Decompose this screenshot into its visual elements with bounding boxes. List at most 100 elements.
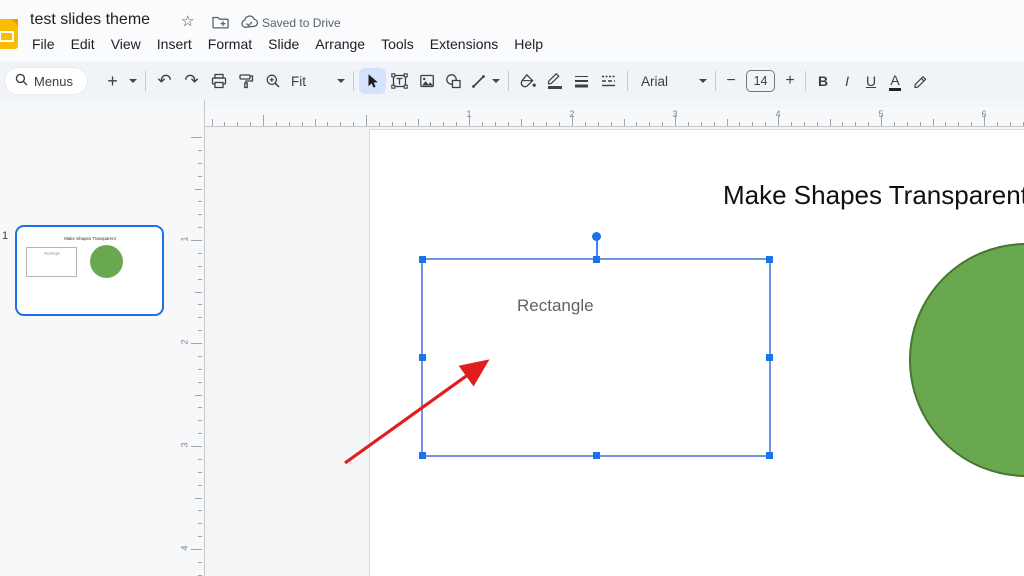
cloud-saved-icon[interactable] [240, 15, 259, 34]
menu-tools[interactable]: Tools [381, 36, 414, 52]
ruler-tick [932, 119, 934, 126]
star-icon[interactable]: ☆ [181, 13, 194, 31]
ruler-tick [195, 188, 202, 190]
text-box-tool-button[interactable] [386, 68, 413, 94]
select-tool-button[interactable] [359, 68, 387, 94]
resize-handle-bottom-left[interactable] [419, 452, 426, 459]
menu-format[interactable]: Format [208, 36, 252, 52]
resize-handle-middle-right[interactable] [766, 354, 773, 361]
resize-handle-middle-left[interactable] [419, 354, 426, 361]
ruler-tick [919, 122, 921, 126]
rectangle-shape[interactable]: Rectangle [419, 232, 773, 459]
new-slide-dropdown-icon[interactable] [129, 79, 138, 83]
ruler-tick [996, 122, 998, 126]
border-dash-button[interactable] [595, 68, 622, 94]
ruler-tick [198, 561, 202, 563]
resize-handle-top-middle[interactable] [592, 256, 600, 263]
toolbar: Menus + ↶ ↷ Fit Arial − 14 + B I U A [0, 62, 1024, 100]
paint-format-button[interactable] [232, 68, 259, 94]
resize-handle-top-left[interactable] [419, 256, 426, 263]
ruler-tick [198, 381, 202, 383]
border-color-button[interactable] [541, 68, 568, 94]
menu-extensions[interactable]: Extensions [430, 36, 498, 52]
ruler-tick [494, 122, 496, 126]
separator [805, 71, 807, 91]
text-color-button[interactable]: A [883, 72, 907, 91]
search-menus-button[interactable]: Menus [5, 68, 88, 94]
increase-font-size-button[interactable]: + [780, 68, 800, 94]
document-title[interactable]: test slides theme [30, 11, 150, 29]
menu-help[interactable]: Help [514, 36, 543, 52]
ruler-tick [636, 122, 638, 126]
ruler-tick [314, 119, 316, 126]
resize-handle-bottom-middle[interactable] [592, 452, 600, 459]
underline-button[interactable]: U [859, 73, 883, 89]
menu-slide[interactable]: Slide [268, 36, 299, 52]
menu-file[interactable]: File [32, 36, 55, 52]
zoom-button[interactable] [259, 68, 286, 94]
menubar: File Edit View Insert Format Slide Arran… [32, 36, 543, 52]
redo-button[interactable]: ↷ [178, 68, 205, 94]
slide-canvas[interactable]: Make Shapes Transparent Rectangle [369, 129, 1024, 576]
ruler-tick [263, 115, 264, 126]
ruler-tick [391, 122, 393, 126]
slide-title-text[interactable]: Make Shapes Transparent [723, 180, 1024, 211]
separator [145, 71, 147, 91]
menu-view[interactable]: View [111, 36, 141, 52]
decrease-font-size-button[interactable]: − [721, 68, 741, 94]
new-slide-button[interactable]: + [99, 68, 126, 94]
menu-insert[interactable]: Insert [157, 36, 192, 52]
thumbnail-rectangle-label: Rectangle [43, 252, 60, 256]
fill-color-button[interactable] [514, 68, 541, 94]
vertical-ruler: 1 2 3 4 [180, 127, 204, 576]
ruler-tick [752, 122, 754, 126]
zoom-dropdown-icon[interactable] [337, 79, 346, 83]
line-dropdown-icon[interactable] [492, 79, 501, 83]
ruler-tick [520, 119, 522, 126]
slides-app-icon[interactable] [0, 19, 18, 49]
ruler-tick [958, 122, 960, 126]
border-weight-button[interactable] [568, 68, 595, 94]
font-family-dropdown-icon[interactable] [699, 79, 708, 83]
font-size-input[interactable]: 14 [746, 70, 776, 92]
ruler-tick [778, 115, 779, 126]
bold-button[interactable]: B [811, 73, 835, 89]
ruler-tick [868, 122, 870, 126]
ruler-tick [191, 240, 202, 241]
resize-handle-top-right[interactable] [766, 256, 773, 263]
slide-number: 1 [2, 230, 9, 242]
italic-button[interactable]: I [835, 73, 859, 89]
ruler-tick [198, 523, 202, 525]
undo-button[interactable]: ↶ [151, 68, 178, 94]
ruler-tick [456, 122, 458, 126]
insert-line-button[interactable] [467, 68, 489, 94]
resize-handle-bottom-right[interactable] [766, 452, 773, 459]
zoom-fit-label[interactable]: Fit [291, 74, 306, 89]
slide-thumbnail[interactable]: Make Shapes Transparent Rectangle [15, 225, 164, 316]
rotation-handle[interactable] [592, 232, 601, 241]
menu-edit[interactable]: Edit [71, 36, 95, 52]
menu-arrange[interactable]: Arrange [315, 36, 365, 52]
ruler-tick [198, 317, 202, 319]
ruler-tick [765, 122, 767, 126]
google-slides-window: test slides theme ☆ Saved to Drive File … [0, 0, 1024, 576]
ruler-tick [443, 122, 445, 126]
print-button[interactable] [205, 68, 232, 94]
ruler-tick [198, 433, 202, 435]
font-family-select[interactable]: Arial [641, 74, 681, 89]
highlight-color-button[interactable] [907, 68, 934, 94]
saved-status[interactable]: Saved to Drive [262, 16, 341, 30]
separator [353, 71, 355, 91]
insert-shape-button[interactable] [440, 68, 467, 94]
ruler-tick [191, 549, 202, 550]
ruler-tick [198, 330, 202, 332]
green-circle-shape[interactable] [909, 243, 1024, 477]
ruler-tick [675, 115, 676, 126]
ruler-tick [739, 122, 741, 126]
ruler-tick [198, 458, 202, 460]
move-folder-icon[interactable] [212, 15, 229, 34]
ruler-tick [366, 115, 367, 126]
ruler-tick [198, 175, 202, 177]
insert-image-button[interactable] [413, 68, 440, 94]
ruler-tick [971, 122, 973, 126]
